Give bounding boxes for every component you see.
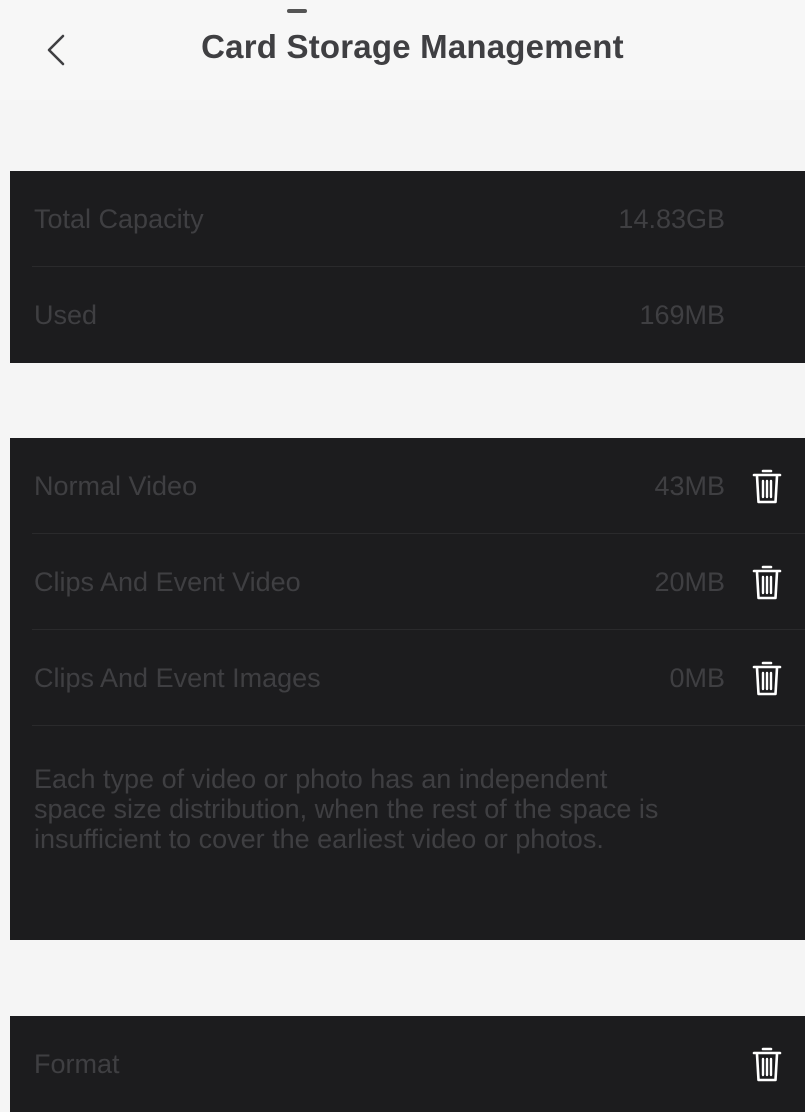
clips-event-video-label: Clips And Event Video [34,566,301,597]
normal-video-size: 43MB [654,470,725,501]
total-capacity-value: 14.83GB [618,203,725,234]
trash-icon [752,1047,782,1082]
format-label: Format [34,1048,120,1079]
total-capacity-row: Total Capacity 14.83GB [10,171,805,267]
normal-video-label: Normal Video [34,470,198,501]
list-item-clips-event-images: Clips And Event Images 0MB [10,630,805,726]
format-card-button[interactable] [749,1042,785,1086]
format-row[interactable]: Format [10,1016,805,1112]
list-item-clips-event-video: Clips And Event Video 20MB [10,534,805,630]
used-row: Used 169MB [10,267,805,363]
header-bar: Card Storage Management [0,0,805,100]
total-capacity-label: Total Capacity [34,203,204,234]
list-item-normal-video: Normal Video 43MB [10,438,805,534]
used-value: 169MB [639,299,725,330]
clips-event-images-size: 0MB [669,662,725,693]
delete-clips-event-images-button[interactable] [749,656,785,700]
delete-normal-video-button[interactable] [749,464,785,508]
trash-icon [752,661,782,696]
format-section: Format [10,1016,805,1112]
trash-icon [752,469,782,504]
status-notch [287,9,307,13]
clips-event-video-size: 20MB [654,566,725,597]
delete-clips-event-video-button[interactable] [749,560,785,604]
capacity-section: Total Capacity 14.83GB Used 169MB [10,171,805,363]
trash-icon [752,565,782,600]
category-section: Normal Video 43MB Clips And Event Video … [10,438,805,940]
page-title: Card Storage Management [201,28,624,65]
used-label: Used [34,299,98,330]
clips-event-images-label: Clips And Event Images [34,662,321,693]
storage-info-note: Each type of video or photo has an indep… [34,764,659,854]
